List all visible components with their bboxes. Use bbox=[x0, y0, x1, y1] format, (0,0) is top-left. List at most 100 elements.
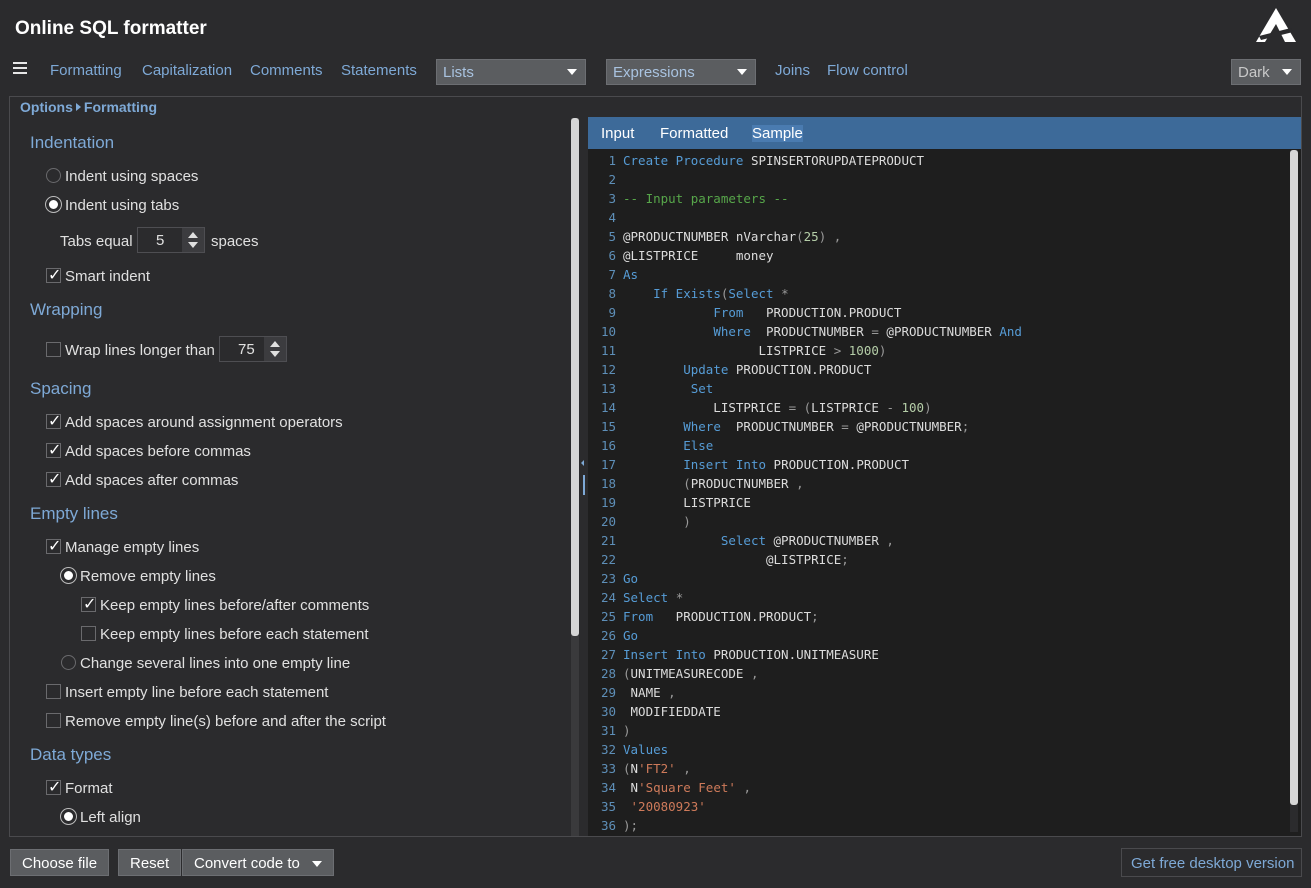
line-number: 10 bbox=[600, 324, 616, 339]
options-panel: Indentation Indent using spaces Indent u… bbox=[10, 118, 570, 836]
line-number: 33 bbox=[600, 761, 616, 776]
triangle-logo-icon bbox=[1256, 8, 1296, 42]
remove-script-checkbox[interactable] bbox=[46, 713, 61, 728]
code-area[interactable]: 1 Create Procedure SPINSERTORUPDATEPRODUC… bbox=[588, 153, 1288, 836]
format-checkbox[interactable] bbox=[46, 777, 61, 796]
code-line-text: Values bbox=[623, 742, 669, 757]
theme-select[interactable]: Dark bbox=[1231, 59, 1301, 85]
code-line-text: LISTPRICE bbox=[623, 495, 751, 510]
splitter-handle-icon[interactable] bbox=[580, 460, 586, 500]
code-line-text: Update PRODUCTION.PRODUCT bbox=[683, 362, 872, 377]
code-line-text: Else bbox=[683, 438, 714, 453]
code-line-text: MODIFIEDDATE bbox=[623, 704, 721, 719]
code-line-text: Go bbox=[623, 571, 639, 586]
code-line-text: ) bbox=[623, 723, 631, 738]
line-number: 29 bbox=[600, 685, 616, 700]
get-desktop-button[interactable]: Get free desktop version bbox=[1121, 848, 1302, 877]
line-number: 18 bbox=[600, 476, 616, 491]
indent-spaces-radio[interactable] bbox=[46, 168, 61, 183]
lists-select[interactable]: Lists bbox=[436, 59, 586, 85]
before-commas-checkbox[interactable] bbox=[46, 440, 61, 459]
chevron-up-icon[interactable] bbox=[188, 232, 198, 238]
indent-tabs-label: Indent using tabs bbox=[65, 197, 180, 214]
code-line-text: Insert Into PRODUCTION.UNITMEASURE bbox=[623, 647, 879, 662]
stepper-buttons[interactable] bbox=[182, 228, 204, 252]
code-line-text: From PRODUCTION.PRODUCT bbox=[713, 305, 902, 320]
line-number: 20 bbox=[600, 514, 616, 529]
convert-code-button[interactable]: Convert code to bbox=[182, 849, 334, 876]
line-number: 31 bbox=[600, 723, 616, 738]
code-line-text: -- Input parameters -- bbox=[623, 191, 789, 206]
line-number: 25 bbox=[600, 609, 616, 624]
remove-script-label: Remove empty line(s) before and after th… bbox=[65, 713, 386, 730]
keep-comments-checkbox[interactable] bbox=[81, 594, 96, 613]
code-line-text: Where PRODUCTNUMBER = @PRODUCTNUMBER And bbox=[713, 324, 1022, 339]
options-scrollbar[interactable] bbox=[571, 118, 579, 836]
code-line-text: Where PRODUCTNUMBER = @PRODUCTNUMBER; bbox=[683, 419, 970, 434]
change-several-radio[interactable] bbox=[61, 655, 76, 670]
menu-formatting[interactable]: Formatting bbox=[50, 62, 122, 79]
expressions-select[interactable]: Expressions bbox=[606, 59, 756, 85]
code-line-text: (UNITMEASURECODE , bbox=[623, 666, 759, 681]
insert-before-label: Insert empty line before each statement bbox=[65, 684, 329, 701]
code-line-text: LISTPRICE > 1000) bbox=[623, 343, 887, 358]
wrap-lines-checkbox[interactable] bbox=[46, 342, 61, 357]
menu-capitalization[interactable]: Capitalization bbox=[142, 62, 232, 79]
hamburger-menu-icon[interactable] bbox=[13, 62, 27, 76]
tab-formatted[interactable]: Formatted bbox=[660, 125, 728, 142]
line-number: 9 bbox=[608, 305, 616, 320]
section-data-types: Data types bbox=[30, 745, 112, 764]
keep-statement-checkbox[interactable] bbox=[81, 626, 96, 641]
line-number: 19 bbox=[600, 495, 616, 510]
wrap-stepper[interactable]: 75 bbox=[219, 336, 287, 362]
code-line-text: (PRODUCTNUMBER , bbox=[683, 476, 804, 491]
choose-file-button[interactable]: Choose file bbox=[10, 849, 110, 876]
line-number: 7 bbox=[608, 267, 616, 282]
chevron-down-icon[interactable] bbox=[270, 351, 280, 357]
stepper-buttons[interactable] bbox=[264, 337, 286, 361]
menu-comments[interactable]: Comments bbox=[250, 62, 323, 79]
tabs-equal-label: Tabs equal bbox=[60, 233, 133, 250]
line-number: 8 bbox=[608, 286, 616, 301]
app-title: Online SQL formatter bbox=[15, 18, 207, 39]
line-number: 24 bbox=[600, 590, 616, 605]
assign-ops-checkbox[interactable] bbox=[46, 411, 61, 430]
line-number: 36 bbox=[600, 818, 616, 833]
breadcrumb-root[interactable]: Options bbox=[20, 99, 73, 115]
tab-input[interactable]: Input bbox=[601, 125, 634, 142]
line-number: 30 bbox=[600, 704, 616, 719]
code-line-text: (N'FT2' , bbox=[623, 761, 691, 776]
code-line-text: As bbox=[623, 267, 639, 282]
code-line-text: @PRODUCTNUMBER nVarchar(25) , bbox=[623, 229, 842, 244]
code-line-text: Select * bbox=[623, 590, 684, 605]
indent-tabs-radio[interactable] bbox=[46, 197, 61, 212]
before-commas-label: Add spaces before commas bbox=[65, 443, 251, 460]
scrollbar-thumb[interactable] bbox=[571, 118, 579, 636]
after-commas-checkbox[interactable] bbox=[46, 469, 61, 488]
left-align-radio[interactable] bbox=[61, 809, 76, 824]
code-line-text: Go bbox=[623, 628, 639, 643]
keep-comments-label: Keep empty lines before/after comments bbox=[100, 597, 370, 614]
smart-indent-checkbox[interactable] bbox=[46, 265, 61, 284]
editor-scrollbar[interactable] bbox=[1290, 150, 1298, 832]
line-number: 27 bbox=[600, 647, 616, 662]
remove-empty-radio[interactable] bbox=[61, 568, 76, 583]
reset-button[interactable]: Reset bbox=[118, 849, 182, 876]
manage-empty-checkbox[interactable] bbox=[46, 536, 61, 555]
after-commas-label: Add spaces after commas bbox=[65, 472, 239, 489]
line-number: 35 bbox=[600, 799, 616, 814]
breadcrumb-current: Formatting bbox=[83, 99, 157, 115]
left-align-label: Left align bbox=[80, 809, 141, 826]
format-label: Format bbox=[65, 780, 113, 797]
menu-statements[interactable]: Statements bbox=[341, 62, 417, 79]
editor-tabs: Input Formatted Sample bbox=[588, 117, 1301, 149]
chevron-up-icon[interactable] bbox=[270, 341, 280, 347]
scrollbar-thumb[interactable] bbox=[1290, 150, 1298, 805]
menu-flow-control[interactable]: Flow control bbox=[827, 62, 908, 79]
tab-sample[interactable]: Sample bbox=[752, 125, 803, 142]
remove-empty-label: Remove empty lines bbox=[80, 568, 216, 585]
menu-joins[interactable]: Joins bbox=[775, 62, 810, 79]
chevron-down-icon[interactable] bbox=[188, 242, 198, 248]
insert-before-checkbox[interactable] bbox=[46, 684, 61, 699]
tabs-stepper[interactable]: 5 bbox=[137, 227, 205, 253]
